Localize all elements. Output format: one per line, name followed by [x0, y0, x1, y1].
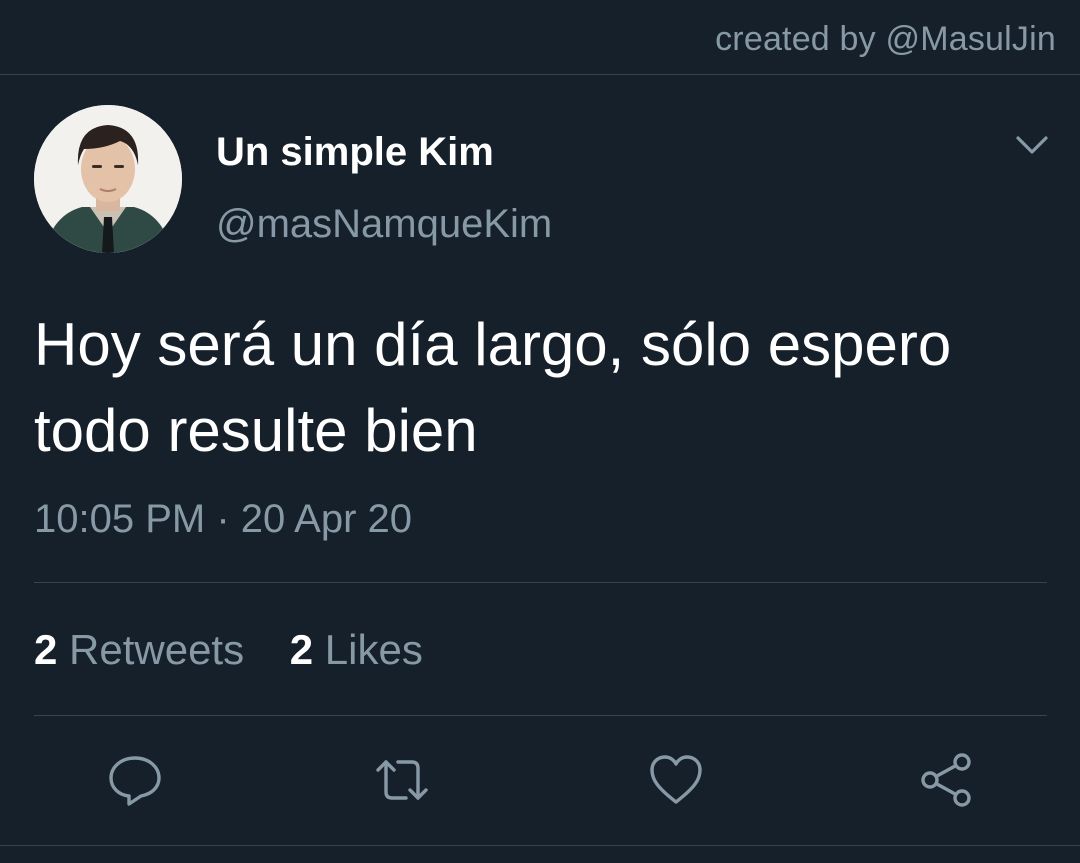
reply-icon[interactable] [103, 748, 167, 812]
tweet-date: 20 Apr 20 [240, 497, 413, 541]
user-handle[interactable]: @masNamqueKim [216, 202, 552, 247]
likes-count: 2 [289, 626, 314, 673]
retweets-count: 2 [34, 626, 58, 673]
share-icon[interactable] [914, 748, 978, 812]
retweets-stat[interactable]: 2 Retweets [34, 626, 244, 673]
tweet-time: 10:05 PM [34, 497, 206, 541]
avatar[interactable] [34, 105, 182, 253]
divider [34, 582, 1047, 583]
tweet-text: Hoy será un día largo, sólo espero todo … [34, 311, 952, 464]
tweet-timestamp: 10:05 PM · 20 Apr 20 [34, 497, 412, 542]
retweet-icon[interactable] [370, 748, 434, 812]
divider [34, 715, 1047, 716]
display-name[interactable]: Un simple Kim [216, 130, 494, 175]
timestamp-separator: · [205, 497, 241, 541]
heart-icon[interactable] [644, 748, 708, 812]
likes-stat[interactable]: 2 Likes [290, 626, 423, 673]
credit-label: created by @MasulJin [715, 20, 1056, 58]
top-bar: created by @MasulJin [0, 0, 1080, 75]
chevron-down-icon[interactable] [1010, 128, 1054, 164]
likes-label: Likes [313, 626, 423, 673]
retweets-label: Retweets [57, 626, 245, 673]
tweet-detail-screen: created by @MasulJin Un simple Kim @masN… [0, 0, 1080, 863]
divider [0, 845, 1080, 846]
engagement-stats: 2 Retweets 2 Likes [34, 626, 457, 674]
